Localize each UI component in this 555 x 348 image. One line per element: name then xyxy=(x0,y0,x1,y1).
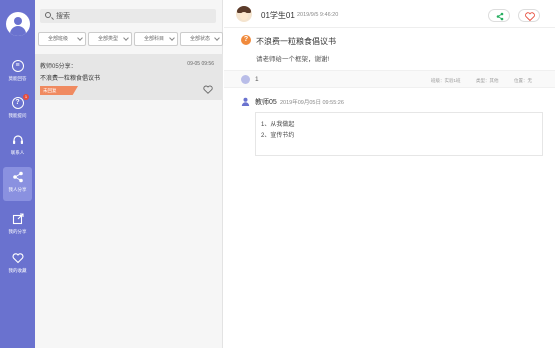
filter-label: 全部班级 xyxy=(48,36,69,42)
chevron-down-icon xyxy=(77,35,83,41)
nav-label: 莫能回答 xyxy=(8,76,27,81)
reply-time: 2019年09月05日 09:55:26 xyxy=(280,100,344,106)
nav-label: 联系人 xyxy=(10,150,25,155)
nav-label: 我能提问 xyxy=(8,113,27,118)
reply-item: 教师05 2019年09月05日 09:55:26 1、从我做起 2、宣传节约 xyxy=(224,93,555,163)
nav-item-answer[interactable]: ≡ 莫能回答 xyxy=(3,56,32,90)
question-title: 不浪费一粒粮食倡议书 xyxy=(256,37,336,46)
detail-header: 01学生01 2019/9/5 9:46:20 xyxy=(224,0,555,28)
filter-subject[interactable]: 全部科目 xyxy=(134,32,178,46)
reply-line: 2、宣传节约 xyxy=(261,133,295,139)
chevron-down-icon xyxy=(214,35,220,41)
nav-label: 我人分享 xyxy=(8,187,27,192)
student-avatar xyxy=(236,6,252,22)
reply-content: 1、从我做起 2、宣传节约 xyxy=(255,112,543,156)
question-meta: 1 班级：实验1班 类型：其他 位置：无 xyxy=(224,70,555,88)
filter-label: 全部类型 xyxy=(98,36,119,42)
list-item-author: 教师05分享： xyxy=(40,64,77,70)
share-list-panel: 搜索 全部班级 全部类型 全部科目 全部状态 教师05分享： 09-05 09:… xyxy=(35,0,223,348)
list-item-time: 09-05 09:56 xyxy=(187,61,214,67)
nav-item-favorites[interactable]: 我的收藏 xyxy=(3,248,32,282)
meta-class: 班级：实验1班 xyxy=(431,78,461,83)
like-button[interactable] xyxy=(518,9,540,22)
user-avatar[interactable] xyxy=(6,12,30,36)
heart-icon xyxy=(12,252,24,264)
reply-count: 1 xyxy=(255,76,259,83)
comment-count-icon xyxy=(241,75,250,84)
status-tag: 未回复 xyxy=(40,86,78,95)
user-icon xyxy=(241,97,250,106)
list-item-title: 不浪费一粒粮食倡议书 xyxy=(40,76,101,82)
heart-icon[interactable] xyxy=(203,85,213,94)
filter-class[interactable]: 全部班级 xyxy=(38,32,86,46)
meta-position: 位置：无 xyxy=(514,78,532,83)
nav-item-contacts[interactable]: 联系人 xyxy=(3,130,32,164)
filter-status[interactable]: 全部状态 xyxy=(180,32,223,46)
notification-badge: 1 xyxy=(23,94,29,100)
detail-panel: 01学生01 2019/9/5 9:46:20 ? 不浪费一粒粮食倡议书 请老师… xyxy=(224,0,555,348)
export-icon xyxy=(12,213,24,225)
heart-icon xyxy=(525,12,535,22)
nav-label: 我的分享 xyxy=(8,229,27,234)
nav-label: 我的收藏 xyxy=(8,268,27,273)
filter-label: 全部状态 xyxy=(190,36,211,42)
nav-item-ask[interactable]: ? 1 我能提问 xyxy=(3,93,32,127)
question-icon: ? xyxy=(11,97,24,109)
nav-item-my-share[interactable]: 我的分享 xyxy=(3,209,32,243)
chevron-down-icon xyxy=(123,35,129,41)
share-icon xyxy=(496,12,504,21)
search-input[interactable]: 搜索 xyxy=(40,9,216,23)
filter-bar: 全部班级 全部类型 全部科目 全部状态 xyxy=(38,32,223,46)
search-placeholder: 搜索 xyxy=(56,13,70,20)
headset-icon xyxy=(12,134,24,146)
list-item[interactable]: 教师05分享： 09-05 09:56 不浪费一粒粮食倡议书 未回复 xyxy=(35,54,223,100)
reply-author: 教师05 xyxy=(255,99,277,106)
question-icon: ? xyxy=(241,35,251,45)
reply-line: 1、从我做起 xyxy=(261,122,295,128)
student-name: 01学生01 xyxy=(261,11,295,20)
filter-type[interactable]: 全部类型 xyxy=(88,32,132,46)
student-time: 2019/9/5 9:46:20 xyxy=(297,12,339,18)
meta-type: 类型：其他 xyxy=(476,78,499,83)
filter-label: 全部科目 xyxy=(144,36,165,42)
left-nav: ≡ 莫能回答 ? 1 我能提问 联系人 我人分享 我的分享 我的收藏 xyxy=(0,0,35,348)
share-icon xyxy=(12,171,24,183)
chat-icon: ≡ xyxy=(11,60,24,72)
share-button[interactable] xyxy=(488,9,510,22)
search-icon xyxy=(45,12,51,18)
chevron-down-icon xyxy=(169,35,175,41)
nav-item-others-share[interactable]: 我人分享 xyxy=(3,167,32,201)
question-description: 请老师给一个框架，谢谢! xyxy=(256,56,330,63)
